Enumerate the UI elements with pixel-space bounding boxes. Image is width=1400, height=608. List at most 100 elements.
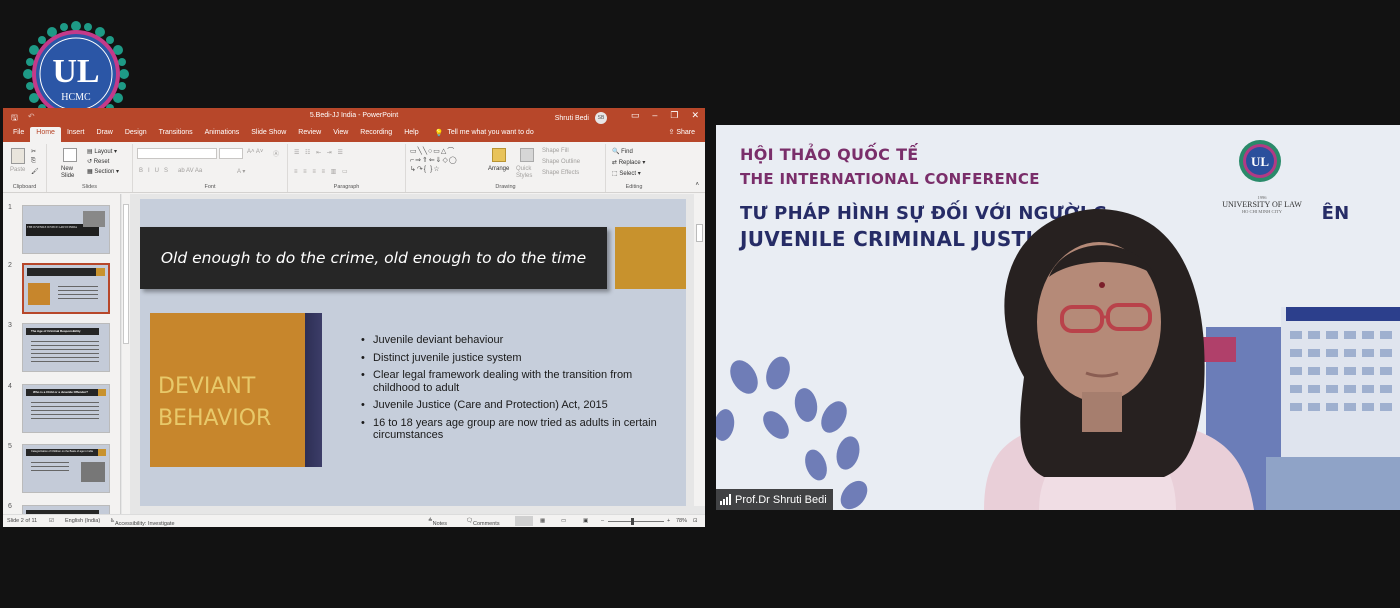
font-name-box[interactable] — [137, 148, 217, 159]
replace-label: Replace — [618, 160, 641, 166]
slide-canvas[interactable]: Old enough to do the crime, old enough t… — [140, 199, 686, 506]
bullet-item: Distinct juvenile justice system — [361, 352, 671, 365]
format-painter-icon[interactable]: 🖌 — [31, 168, 39, 175]
fit-slide-icon[interactable]: ⊡ — [693, 518, 698, 524]
group-label-font: Font — [204, 184, 216, 190]
quick-styles-button[interactable]: Quick Styles — [516, 166, 538, 180]
layout-label: Layout — [94, 149, 113, 155]
restore-icon[interactable]: ❐ — [670, 110, 678, 121]
slideshow-view-icon[interactable]: ▣ — [583, 518, 588, 524]
tell-me-label: Tell me what you want to do — [447, 129, 534, 136]
slide-sorter-icon[interactable]: ▦ — [540, 518, 545, 524]
slide-title-bar: Old enough to do the crime, old enough t… — [140, 227, 607, 289]
zoom-out-icon[interactable]: – — [601, 518, 604, 524]
thumbnail-scrollbar[interactable] — [122, 194, 130, 514]
normal-view-icon[interactable] — [515, 516, 533, 526]
collapse-ribbon-icon[interactable]: ˄ — [695, 182, 699, 188]
font-size-box[interactable] — [219, 148, 243, 159]
window-controls: ▭ – ❐ ✕ — [631, 110, 699, 121]
align-buttons[interactable]: ≡ ≡ ≡ ≡ ▥ ▭ — [294, 168, 350, 175]
lightbulb-icon: 💡 — [434, 129, 444, 137]
bullet-item: Juvenile deviant behaviour — [361, 334, 671, 347]
ribbon-display-icon[interactable]: ▭ — [631, 110, 640, 121]
reset-button[interactable]: ↺ Reset — [87, 158, 109, 165]
minimize-icon[interactable]: – — [652, 110, 657, 121]
tab-insert[interactable]: Insert — [61, 127, 91, 142]
tab-animations[interactable]: Animations — [199, 127, 246, 142]
replace-button[interactable]: ⇄ Replace ▾ — [612, 159, 645, 166]
user-account[interactable]: Shruti Bedi SB — [555, 112, 607, 124]
shape-fill-button[interactable]: Shape Fill — [542, 148, 569, 154]
tab-recording[interactable]: Recording — [354, 127, 398, 142]
copy-icon[interactable]: ⎘ — [31, 158, 36, 165]
slide-thumbnail-2[interactable] — [22, 263, 110, 314]
find-button[interactable]: 🔍 Find — [612, 148, 633, 155]
slide-title[interactable]: Old enough to do the crime, old enough t… — [161, 249, 586, 267]
quick-styles-icon — [520, 148, 534, 162]
share-button[interactable]: ⇪ Share — [669, 128, 696, 136]
slide-thumbnail-3[interactable]: The Age of Criminal Responsibility — [22, 323, 110, 372]
list-buttons[interactable]: ☰ ☷ ⇤ ⇥ ☰ — [294, 149, 345, 156]
shadow-spacing-icons[interactable]: ab AV Aa — [178, 168, 202, 174]
slide-thumbnail-5[interactable]: Categorization of Children on the Basis … — [22, 444, 110, 493]
comments-button[interactable]: 🗨 Comments — [466, 518, 500, 527]
user-name: Shruti Bedi — [554, 114, 589, 122]
tab-home[interactable]: Home — [30, 127, 61, 142]
shape-effects-button[interactable]: Shape Effects — [542, 170, 579, 176]
participant-name: Prof.Dr Shruti Bedi — [735, 493, 827, 506]
zoom-in-icon[interactable]: + — [667, 518, 670, 524]
thumb-title: Categorization of Children on the Basis … — [31, 450, 94, 453]
bullet-list[interactable]: Juvenile deviant behaviour Distinct juve… — [361, 334, 671, 447]
close-icon[interactable]: ✕ — [691, 110, 699, 121]
arrange-button[interactable]: Arrange — [488, 166, 509, 172]
zoom-slider-thumb[interactable] — [631, 518, 634, 525]
deviant-behavior-block[interactable]: DEVIANT BEHAVIOR — [150, 313, 305, 467]
new-slide-icon — [63, 148, 77, 162]
tab-slide-show[interactable]: Slide Show — [245, 127, 292, 142]
tab-help[interactable]: Help — [398, 127, 424, 142]
slide-scrollbar[interactable] — [694, 194, 705, 506]
layout-button[interactable]: ▤ Layout ▾ — [87, 148, 117, 155]
status-bar: Slide 2 of 11 ☑ English (India) ♿ Access… — [3, 514, 705, 527]
shape-outline-button[interactable]: Shape Outline — [542, 159, 580, 165]
zoom-slider[interactable] — [608, 521, 664, 522]
font-style-buttons[interactable]: BIUS — [139, 168, 173, 174]
block-text-line-2: BEHAVIOR — [158, 406, 272, 431]
meeting-stage: UL HCMC 🖫 ↶ 5.Bedi-JJ India - PowerPoint… — [0, 0, 1400, 608]
title-bar: 🖫 ↶ 5.Bedi-JJ India - PowerPoint Shruti … — [3, 108, 705, 125]
thumb-title: THE JUVENILE JUSTICE LAW IN INDIA — [27, 226, 77, 229]
tab-draw[interactable]: Draw — [90, 127, 118, 142]
reading-view-icon[interactable]: ▭ — [561, 518, 566, 524]
tab-design[interactable]: Design — [119, 127, 153, 142]
select-label: Select — [619, 171, 637, 177]
thumb-number: 2 — [8, 262, 12, 269]
spelling-icon[interactable]: ☑ — [49, 518, 54, 524]
notes-button[interactable]: ≙ Notes — [428, 518, 447, 527]
paste-button[interactable]: Paste — [10, 167, 25, 173]
grow-font-icon[interactable]: A˄ A˅ — [247, 149, 263, 155]
accessibility-status[interactable]: ♿ Accessibility: Investigate — [110, 518, 175, 527]
tab-view[interactable]: View — [327, 127, 354, 142]
slide-thumbnail-1[interactable]: THE JUVENILE JUSTICE LAW IN INDIA — [22, 205, 110, 254]
font-color-icon[interactable]: A ▾ — [237, 168, 245, 175]
tab-transitions[interactable]: Transitions — [153, 127, 199, 142]
block-edge — [305, 313, 322, 467]
zoom-level[interactable]: 78% — [676, 518, 687, 524]
thumb-number: 5 — [8, 443, 12, 450]
cut-icon[interactable]: ✂ — [31, 148, 36, 155]
select-button[interactable]: ⬚ Select ▾ — [612, 170, 641, 177]
slide-thumbnail-4[interactable]: Who is a Child or a Juvenile Offender? — [22, 384, 110, 433]
thumb-number: 4 — [8, 383, 12, 390]
font-group: A˄ A˅ Ⓐ BIUS ab AV Aa A ▾ Font — [133, 144, 288, 192]
tab-file[interactable]: File — [7, 127, 30, 142]
tab-review[interactable]: Review — [292, 127, 327, 142]
participant-video[interactable]: HỘI THẢO QUỐC TẾ THE INTERNATIONAL CONFE… — [716, 125, 1400, 510]
shapes-gallery[interactable]: ▭╲╲○▭△⌒ ⌐⇒⇑⇐⇓◇◯ ↳↷{ }☆ — [410, 147, 458, 174]
tell-me-search[interactable]: 💡 Tell me what you want to do — [425, 127, 542, 142]
ribbon: Paste ✂ ⎘ 🖌 Clipboard New Slide ▤ Layout… — [3, 142, 705, 193]
powerpoint-window: 🖫 ↶ 5.Bedi-JJ India - PowerPoint Shruti … — [3, 108, 705, 527]
section-button[interactable]: ▦ Section ▾ — [87, 168, 119, 175]
clear-format-icon[interactable]: Ⓐ — [273, 149, 279, 158]
language-status[interactable]: English (India) — [65, 518, 100, 524]
new-slide-button[interactable]: New Slide — [61, 166, 83, 180]
